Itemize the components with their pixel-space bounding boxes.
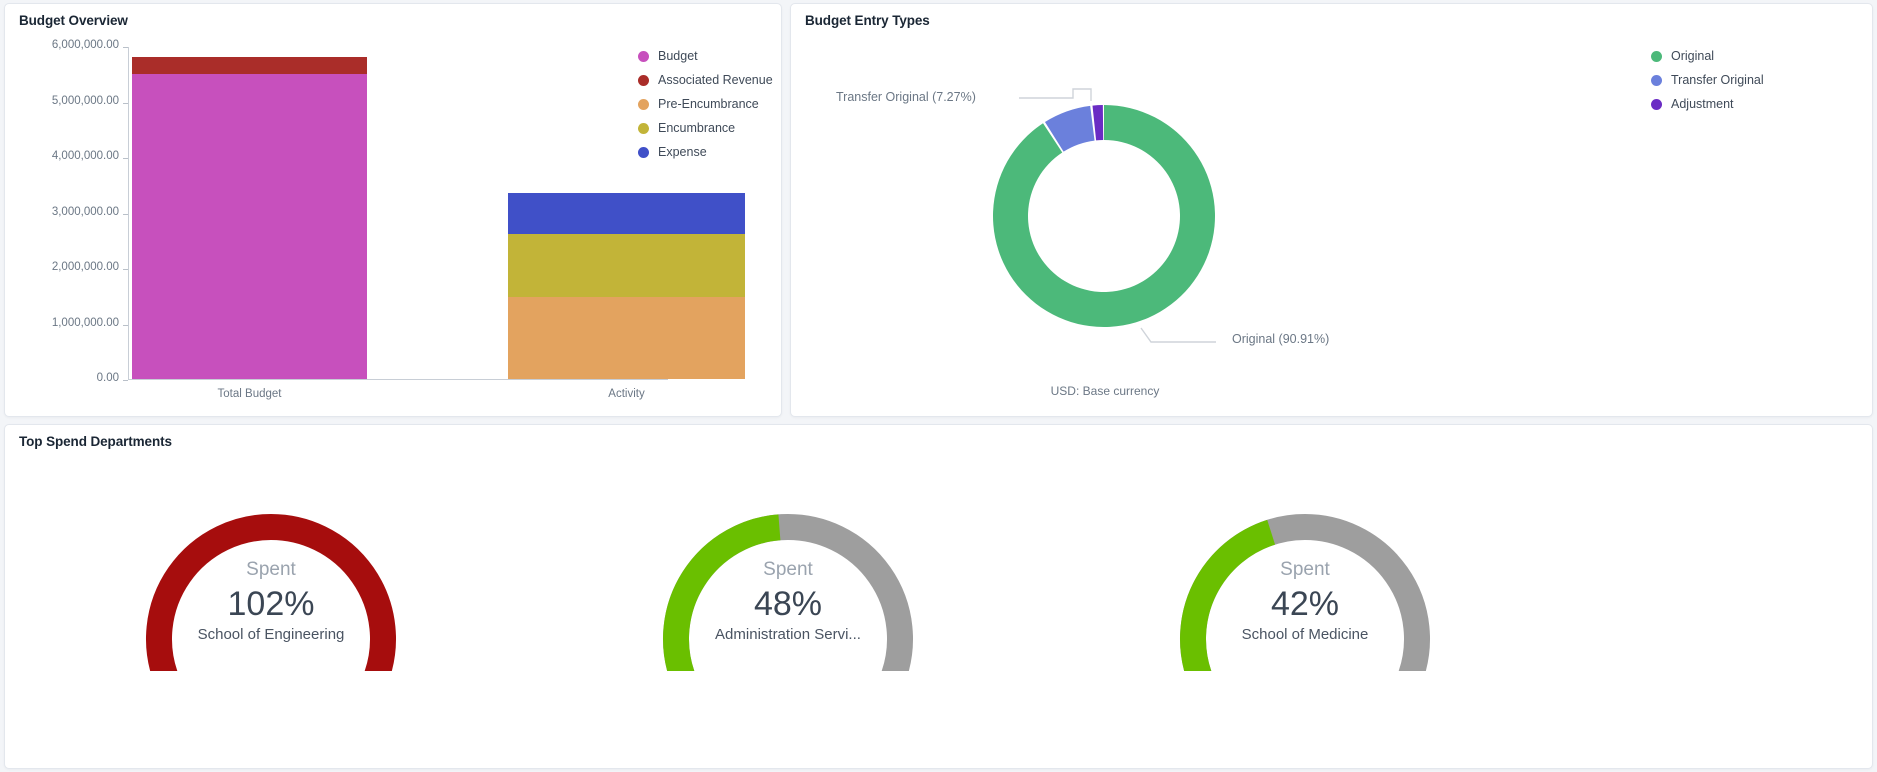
bar-legend-item[interactable]: Budget [638,44,773,68]
donut-leader-line [1140,327,1216,343]
donut-callout-transfer-original: Transfer Original (7.27%) [836,90,976,104]
bar-legend-label: Expense [658,145,707,159]
x-axis-label: Total Budget [217,388,282,400]
donut-footer-currency: USD: Base currency [1050,384,1160,398]
y-axis-tick-label: 4,000,000.00 [51,150,119,162]
panel-title-top-spend-departments: Top Spend Departments [19,434,172,449]
gauge-value-arc [663,514,781,671]
bar-legend-label: Associated Revenue [658,73,773,87]
panel-budget-overview: Budget Overview USD: Base Currency Amoun… [4,3,782,417]
bar-legend-label: Pre-Encumbrance [658,97,759,111]
gauge-value-arc [1180,519,1276,671]
y-axis-tick-label: 5,000,000.00 [51,94,119,107]
donut-callout-original: Original (90.91%) [1232,332,1330,346]
donut-chart-legend: Original Transfer Original Adjustment [1651,44,1764,116]
bar-segment-budget[interactable] [132,73,367,379]
donut-legend-item[interactable]: Adjustment [1651,92,1764,116]
donut-slice-adjustment[interactable] [1092,105,1104,141]
x-axis-label: Activity [608,388,645,400]
panel-top-spend-departments: Top Spend Departments Spent 102% School of… [4,424,1873,769]
donut-chart: Transfer Original (7.27%) Original (90.9… [791,4,1872,416]
bar-segment-expense[interactable] [508,193,745,235]
gauge-svg [146,514,396,671]
donut-legend-label: Transfer Original [1671,73,1764,87]
gauge-value-arc [146,514,396,671]
gauge-0[interactable]: Spent 102% School of Engineering [121,479,421,739]
bar-chart-legend: Budget Associated Revenue Pre-Encumbrance E… [638,44,773,164]
bar-legend-item[interactable]: Expense [638,140,773,164]
gauge-svg [663,514,913,671]
gauge-svg [1180,514,1430,671]
bar-legend-item[interactable]: Pre-Encumbrance [638,92,773,116]
y-axis-tick-label: 6,000,000.00 [51,39,119,51]
gauge-2[interactable]: Spent 42% School of Medicine [1155,479,1455,739]
panel-budget-entry-types: Budget Entry Types Transfer Original (7.… [790,3,1873,417]
donut-leader-line [1019,88,1092,101]
gauge-1[interactable]: Spent 48% Administration Servi... [638,479,938,739]
y-axis-tick-label: 2,000,000.00 [51,261,119,273]
y-axis-tick-label: 0.00 [96,372,119,384]
legend-swatch-icon [638,122,649,134]
legend-swatch-icon [638,98,649,110]
legend-swatch-icon [638,146,649,158]
donut-slice-original[interactable] [993,105,1215,328]
donut-legend-item[interactable]: Transfer Original [1651,68,1764,92]
legend-swatch-icon [1651,74,1662,86]
donut-legend-item[interactable]: Original [1651,44,1764,68]
bar-legend-label: Budget [658,49,698,63]
legend-swatch-icon [1651,50,1662,62]
bar-legend-item[interactable]: Encumbrance [638,116,773,140]
bar-segment-associated-revenue[interactable] [132,57,367,74]
gauge-row: Spent 102% School of Engineering Spent 48% Ad… [5,459,1872,759]
plot-area: Total Budget Activity [128,47,745,400]
y-axis-tick-label: 1,000,000.00 [51,316,119,329]
donut-legend-label: Original [1671,49,1715,63]
bar-legend-label: Encumbrance [658,121,736,135]
legend-swatch-icon [638,74,649,86]
bar-legend-item[interactable]: Associated Revenue [638,68,773,92]
legend-swatch-icon [638,50,649,62]
dashboard-root: Budget Overview USD: Base Currency Amoun… [0,0,1877,772]
y-axis-tick-mark [123,380,128,381]
bar-chart: USD: Base Currency Amount 0.001,000,000.… [5,4,781,416]
y-axis-tick-label: 3,000,000.00 [51,205,119,218]
bar-segment-pre-encumbrance[interactable] [508,297,745,379]
bar-segment-encumbrance[interactable] [508,234,745,298]
donut-legend-label: Adjustment [1671,97,1734,111]
legend-swatch-icon [1651,98,1662,110]
